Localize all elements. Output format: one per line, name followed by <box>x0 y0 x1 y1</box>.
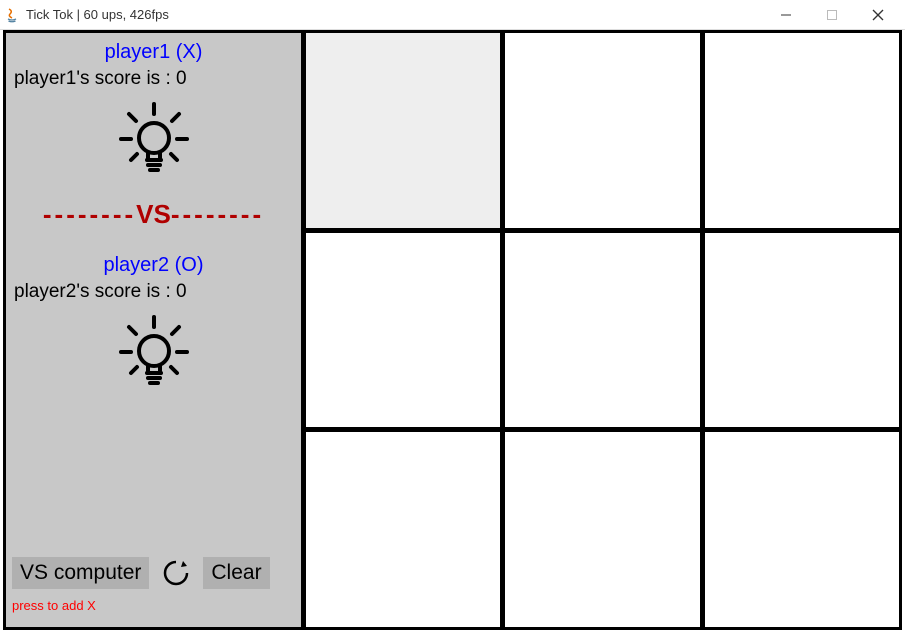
board-cell-5[interactable] <box>705 233 899 428</box>
window-titlebar: Tick Tok | 60 ups, 426fps <box>0 0 905 30</box>
vs-label: VS <box>136 199 171 229</box>
game-board <box>306 33 899 627</box>
clear-button[interactable]: Clear <box>203 557 269 589</box>
board-cell-1[interactable] <box>505 33 699 228</box>
player1-score: player1's score is : 0 <box>14 68 295 90</box>
window-controls <box>763 0 901 30</box>
board-cell-3[interactable] <box>306 233 500 428</box>
board-cell-8[interactable] <box>705 432 899 627</box>
player1-title: player1 (X) <box>12 41 295 64</box>
app-frame: player1 (X) player1's score is : 0 <box>3 30 902 630</box>
board-cell-2[interactable] <box>705 33 899 228</box>
vs-divider: --------VS-------- <box>12 199 295 230</box>
sidebar: player1 (X) player1's score is : 0 <box>6 33 306 627</box>
button-row: VS computer Clear <box>12 556 295 590</box>
board-cell-7[interactable] <box>505 432 699 627</box>
window-title: Tick Tok | 60 ups, 426fps <box>26 7 169 22</box>
board-cell-4[interactable] <box>505 233 699 428</box>
vs-computer-button[interactable]: VS computer <box>12 557 149 589</box>
board-cell-6[interactable] <box>306 432 500 627</box>
board-cell-0[interactable] <box>306 33 500 228</box>
java-icon <box>4 7 20 23</box>
player2-block: player2 (O) player2's score is : 0 <box>12 254 295 404</box>
player1-block: player1 (X) player1's score is : 0 <box>12 41 295 191</box>
maximize-button[interactable] <box>809 0 855 30</box>
hint-text: press to add X <box>12 598 295 613</box>
close-button[interactable] <box>855 0 901 30</box>
player2-score: player2's score is : 0 <box>14 281 295 303</box>
player2-hint-icon[interactable] <box>12 313 295 396</box>
player2-title: player2 (O) <box>12 254 295 277</box>
player1-hint-icon[interactable] <box>12 100 295 183</box>
refresh-icon[interactable] <box>159 556 193 590</box>
minimize-button[interactable] <box>763 0 809 30</box>
